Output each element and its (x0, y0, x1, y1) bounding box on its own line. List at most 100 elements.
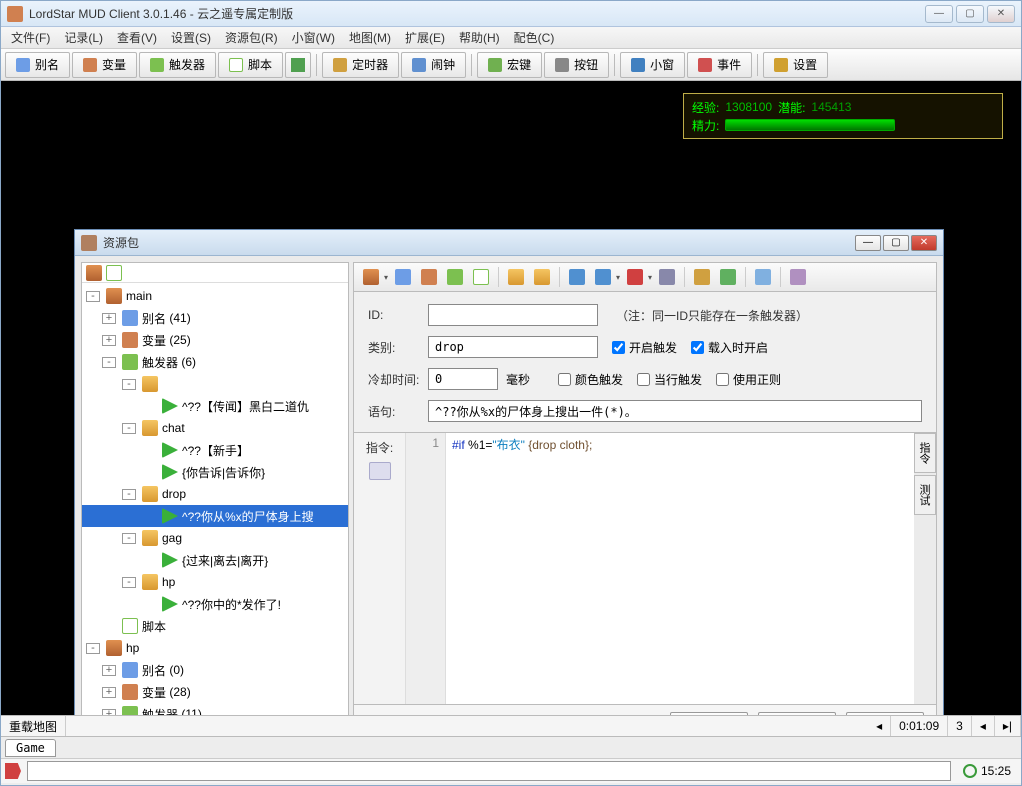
tree-hp-var[interactable]: +变量 (28) (82, 681, 348, 703)
etb-var[interactable] (418, 266, 440, 288)
tree-gag[interactable]: -gag (82, 527, 348, 549)
tb-window[interactable]: 小窗 (620, 52, 685, 78)
code-wrap: 指令: 1 #if %1="布衣" {drop cloth}; 指令 测试 (353, 433, 937, 705)
id-input[interactable] (428, 304, 598, 326)
folder-icon (142, 574, 158, 590)
code-area[interactable]: 1 #if %1="布衣" {drop cloth}; (406, 433, 914, 704)
side-tab-cmd[interactable]: 指令 (914, 433, 936, 473)
chevron-down-icon[interactable]: ▾ (616, 273, 620, 282)
tb-trig[interactable]: 触发器 (139, 52, 216, 78)
edit-toolbar: ▾ ▾ ▾ (353, 262, 937, 292)
gear-icon (790, 269, 806, 285)
tree-item-t3[interactable]: {你告诉|告诉你} (82, 461, 348, 483)
menu-view[interactable]: 查看(V) (111, 27, 163, 48)
tree-hpnode[interactable]: -hp (82, 571, 348, 593)
tree-pane: -main +别名 (41) +变量 (25) -触发器 (6) - ^??【传… (81, 262, 349, 766)
menu-file[interactable]: 文件(F) (5, 27, 56, 48)
command-input[interactable] (27, 761, 951, 781)
game-tab[interactable]: Game (5, 739, 56, 757)
dialog-min-button[interactable]: — (855, 235, 881, 251)
etb-open[interactable] (360, 266, 382, 288)
menu-help[interactable]: 帮助(H) (453, 27, 506, 48)
tb-alias[interactable]: 别名 (5, 52, 70, 78)
tb-button[interactable]: 按钮 (544, 52, 609, 78)
etb-folder[interactable] (505, 266, 527, 288)
tree-var[interactable]: +变量 (25) (82, 329, 348, 351)
etb-folder2[interactable] (531, 266, 553, 288)
etb-cfg[interactable] (787, 266, 809, 288)
menu-resource[interactable]: 资源包(R) (219, 27, 284, 48)
code-tool-icon[interactable] (369, 462, 391, 480)
etb-paste[interactable] (592, 266, 614, 288)
etb-down[interactable] (717, 266, 739, 288)
menu-map[interactable]: 地图(M) (343, 27, 397, 48)
onload-check[interactable]: 载入时开启 (691, 339, 768, 356)
etb-trig[interactable] (444, 266, 466, 288)
enable-check[interactable]: 开启触发 (612, 339, 677, 356)
tree-hp[interactable]: -hp (82, 637, 348, 659)
cat-input[interactable] (428, 336, 598, 358)
nav-first[interactable]: ◂ (868, 716, 891, 736)
tb-script[interactable]: 脚本 (218, 52, 283, 78)
tb-refresh[interactable] (285, 52, 311, 78)
dialog-close-button[interactable]: ✕ (911, 235, 937, 251)
stmt-input[interactable] (428, 400, 922, 422)
tree-script[interactable]: 脚本 (82, 615, 348, 637)
tree-alias[interactable]: +别名 (41) (82, 307, 348, 329)
tb-alarm[interactable]: 闹钟 (401, 52, 466, 78)
menu-ext[interactable]: 扩展(E) (399, 27, 451, 48)
minimize-button[interactable]: — (925, 5, 953, 23)
etb-delete[interactable] (624, 266, 646, 288)
paste-icon (595, 269, 611, 285)
tree-chat[interactable]: -chat (82, 417, 348, 439)
color-check[interactable]: 颜色触发 (558, 371, 623, 388)
map-reload[interactable]: 重载地图 (1, 716, 66, 736)
var-icon (122, 684, 138, 700)
tree-drop[interactable]: -drop (82, 483, 348, 505)
cool-input[interactable] (428, 368, 498, 390)
copy-icon (569, 269, 585, 285)
tree-tool-edit-icon[interactable] (106, 265, 122, 281)
menu-window[interactable]: 小窗(W) (286, 27, 341, 48)
nav-next[interactable]: ▸| (995, 716, 1021, 736)
tree-item-t2[interactable]: ^??【新手】 (82, 439, 348, 461)
tree-item-t6[interactable]: ^??你中的*发作了! (82, 593, 348, 615)
tree-main[interactable]: -main (82, 285, 348, 307)
regex-check[interactable]: 使用正则 (716, 371, 781, 388)
etb-trash[interactable] (656, 266, 678, 288)
hp-label: 精力: (692, 117, 719, 134)
tree-trig[interactable]: -触发器 (6) (82, 351, 348, 373)
dialog-title: 资源包 (103, 234, 855, 251)
tb-var[interactable]: 变量 (72, 52, 137, 78)
hp-bar (725, 119, 895, 131)
tree-tool-pkg-icon[interactable] (86, 265, 102, 281)
tree-item-t4[interactable]: ^??你从%x的尸体身上搜 (82, 505, 348, 527)
chevron-down-icon[interactable]: ▾ (384, 273, 388, 282)
etb-copy[interactable] (566, 266, 588, 288)
tree-hp-alias[interactable]: +别名 (0) (82, 659, 348, 681)
line-check[interactable]: 当行触发 (637, 371, 702, 388)
tree-item-t5[interactable]: {过来|离去|离开} (82, 549, 348, 571)
send-icon[interactable] (5, 763, 21, 779)
side-tab-test[interactable]: 测试 (914, 475, 936, 515)
nav-prev[interactable]: ◂ (972, 716, 995, 736)
menu-record[interactable]: 记录(L) (58, 27, 109, 48)
code-text[interactable]: #if %1="布衣" {drop cloth}; (446, 433, 914, 704)
etb-search[interactable] (752, 266, 774, 288)
clock-icon (963, 764, 977, 778)
tree-trig-grp1[interactable]: - (82, 373, 348, 395)
tb-settings[interactable]: 设置 (763, 52, 828, 78)
etb-alias[interactable] (392, 266, 414, 288)
tb-timer[interactable]: 定时器 (322, 52, 399, 78)
tb-event[interactable]: 事件 (687, 52, 752, 78)
chevron-down-icon[interactable]: ▾ (648, 273, 652, 282)
menu-color[interactable]: 配色(C) (508, 27, 561, 48)
etb-script[interactable] (470, 266, 492, 288)
tree-item-t1[interactable]: ^??【传闻】黑白二道仇 (82, 395, 348, 417)
etb-up[interactable] (691, 266, 713, 288)
close-button[interactable]: ✕ (987, 5, 1015, 23)
menu-settings[interactable]: 设置(S) (165, 27, 217, 48)
maximize-button[interactable]: ▢ (956, 5, 984, 23)
dialog-max-button[interactable]: ▢ (883, 235, 909, 251)
tb-macro[interactable]: 宏键 (477, 52, 542, 78)
